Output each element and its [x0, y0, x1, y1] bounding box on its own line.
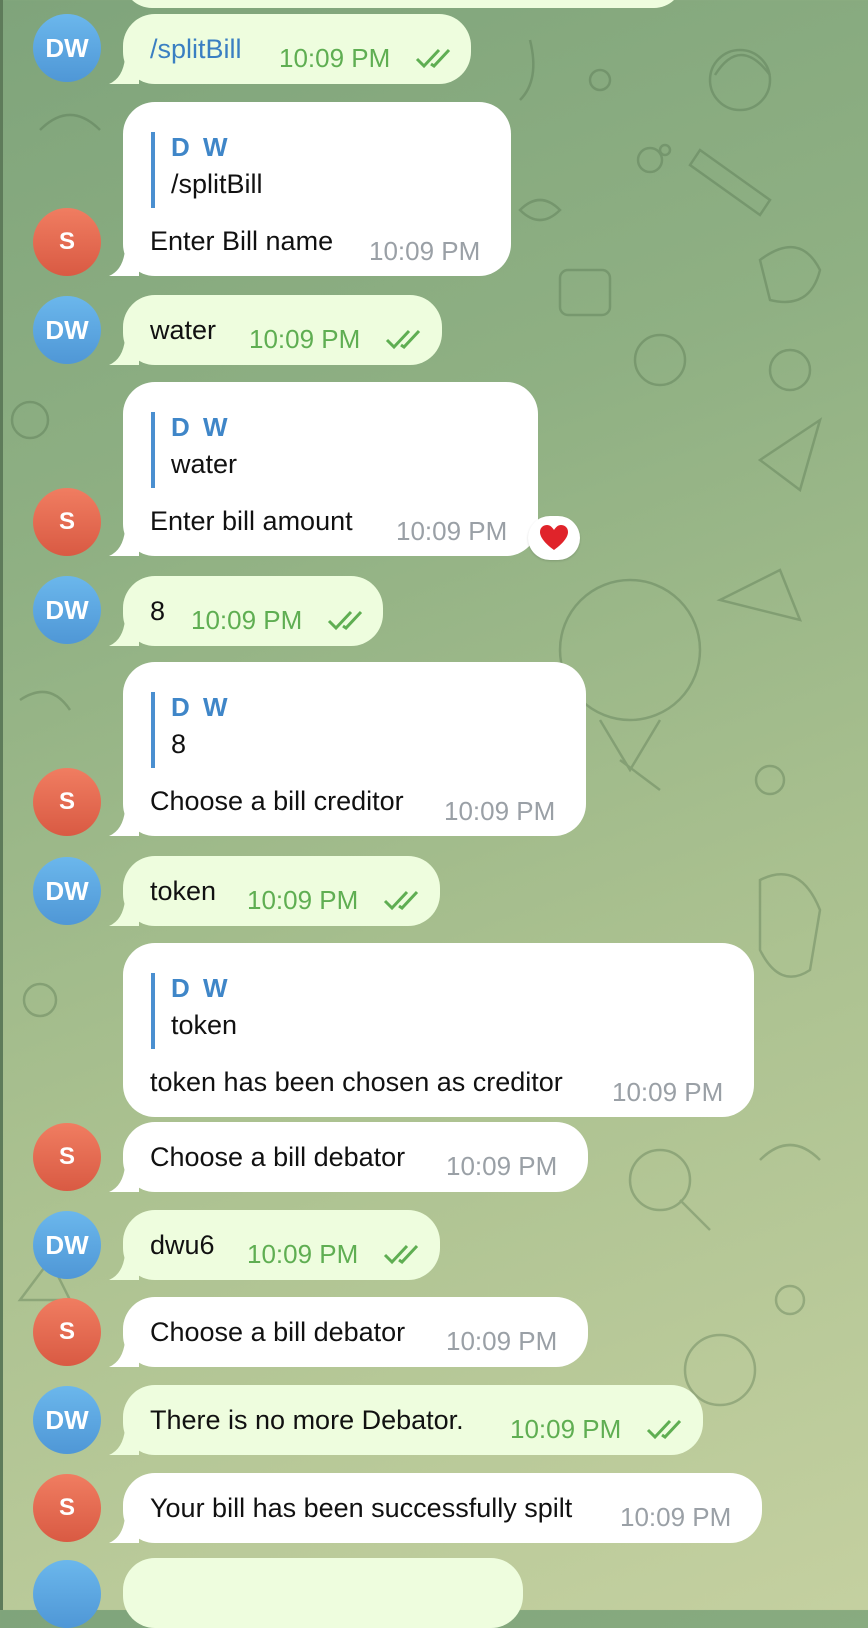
avatar[interactable]: S — [33, 1474, 101, 1542]
message-time: 10:09 PM — [191, 605, 303, 635]
message-text: Choose a bill creditor — [150, 786, 404, 816]
message-text: Enter bill amount — [150, 506, 353, 536]
message-text: Enter Bill name — [150, 226, 334, 256]
avatar[interactable]: DW — [33, 1211, 101, 1279]
reply-text: 8 — [171, 729, 187, 759]
avatar[interactable]: S — [33, 1123, 101, 1191]
message-time: 10:09 PM — [446, 1151, 558, 1181]
message-text: token has been chosen as creditor — [150, 1067, 563, 1097]
message-bubble-incoming[interactable]: Choose a bill debator 10:09 PM — [123, 1297, 588, 1367]
message-time: 10:09 PM — [446, 1326, 558, 1356]
double-check-icon — [415, 48, 451, 69]
avatar[interactable]: DW — [33, 576, 101, 644]
message-text: Choose a bill debator — [150, 1317, 406, 1347]
double-check-icon — [385, 329, 421, 350]
reply-quote[interactable]: D W water — [151, 412, 237, 488]
reply-text: /splitBill — [171, 169, 263, 199]
double-check-icon — [646, 1419, 682, 1440]
message-time: 10:09 PM — [620, 1502, 732, 1532]
message-text: token — [150, 876, 217, 906]
heart-icon — [540, 525, 568, 550]
message-bubble-incoming[interactable]: D W water Enter bill amount 10:09 PM — [123, 382, 538, 556]
message-bubble-outgoing[interactable]: /splitBill 10:09 PM — [123, 14, 471, 84]
double-check-icon — [327, 610, 363, 631]
message-bubble-outgoing[interactable]: 8 10:09 PM — [123, 576, 383, 646]
avatar[interactable]: DW — [33, 857, 101, 925]
avatar[interactable]: DW — [33, 14, 101, 82]
reply-text: water — [171, 449, 238, 479]
message-text: water — [150, 315, 217, 345]
reply-author: D W — [171, 132, 231, 162]
message-bubble-incoming[interactable]: D W 8 Choose a bill creditor 10:09 PM — [123, 662, 586, 836]
message-time: 10:09 PM — [279, 43, 391, 73]
message-text: 8 — [150, 596, 166, 626]
message-bubble-outgoing[interactable]: water 10:09 PM — [123, 295, 442, 365]
message-time: 10:09 PM — [444, 796, 556, 826]
reply-quote[interactable]: D W /splitBill — [151, 132, 263, 208]
message-bubble-outgoing[interactable]: token 10:09 PM — [123, 856, 440, 926]
message-bubble-outgoing[interactable]: dwu6 10:09 PM — [123, 1210, 440, 1280]
avatar[interactable]: S — [33, 208, 101, 276]
message-text: dwu6 — [150, 1230, 215, 1260]
avatar[interactable]: S — [33, 488, 101, 556]
message-text: Your bill has been successfully spilt — [150, 1493, 573, 1523]
avatar[interactable]: DW — [33, 1386, 101, 1454]
reply-quote[interactable]: D W token — [151, 973, 237, 1049]
reply-author: D W — [171, 973, 231, 1003]
message-time: 10:09 PM — [612, 1077, 724, 1107]
message-bubble-incoming[interactable]: Your bill has been successfully spilt 10… — [123, 1473, 762, 1543]
message-time: 10:09 PM — [249, 324, 361, 354]
message-time: 10:09 PM — [247, 885, 359, 915]
message-bubble-incoming[interactable]: D W /splitBill Enter Bill name 10:09 PM — [123, 102, 511, 276]
message-bubble-outgoing[interactable]: There is no more Debator. 10:09 PM — [123, 1385, 703, 1455]
reply-author: D W — [171, 692, 231, 722]
avatar[interactable]: S — [33, 1298, 101, 1366]
message-text: Choose a bill debator — [150, 1142, 406, 1172]
reply-quote[interactable]: D W 8 — [151, 692, 231, 768]
reaction-badge[interactable] — [528, 516, 580, 560]
reply-author: D W — [171, 412, 231, 442]
message-time: 10:09 PM — [369, 236, 481, 266]
message-bubble-partial[interactable] — [123, 0, 683, 8]
message-bubble-incoming[interactable]: D W token token has been chosen as credi… — [123, 943, 754, 1117]
avatar[interactable]: S — [33, 768, 101, 836]
message-time: 10:09 PM — [396, 516, 508, 546]
message-bubble-incoming[interactable]: Choose a bill debator 10:09 PM — [123, 1122, 588, 1192]
double-check-icon — [383, 890, 419, 911]
avatar-partial[interactable] — [33, 1560, 101, 1628]
command-link[interactable]: /splitBill — [150, 34, 242, 65]
avatar[interactable]: DW — [33, 296, 101, 364]
message-text: There is no more Debator. — [150, 1405, 464, 1435]
message-list[interactable]: DW /splitBill 10:09 PM S D W /splitBill … — [0, 0, 868, 1628]
double-check-icon — [383, 1244, 419, 1265]
reply-text: token — [171, 1010, 238, 1040]
message-time: 10:09 PM — [247, 1239, 359, 1269]
message-time: 10:09 PM — [510, 1414, 622, 1444]
message-bubble-partial[interactable] — [123, 1558, 523, 1628]
